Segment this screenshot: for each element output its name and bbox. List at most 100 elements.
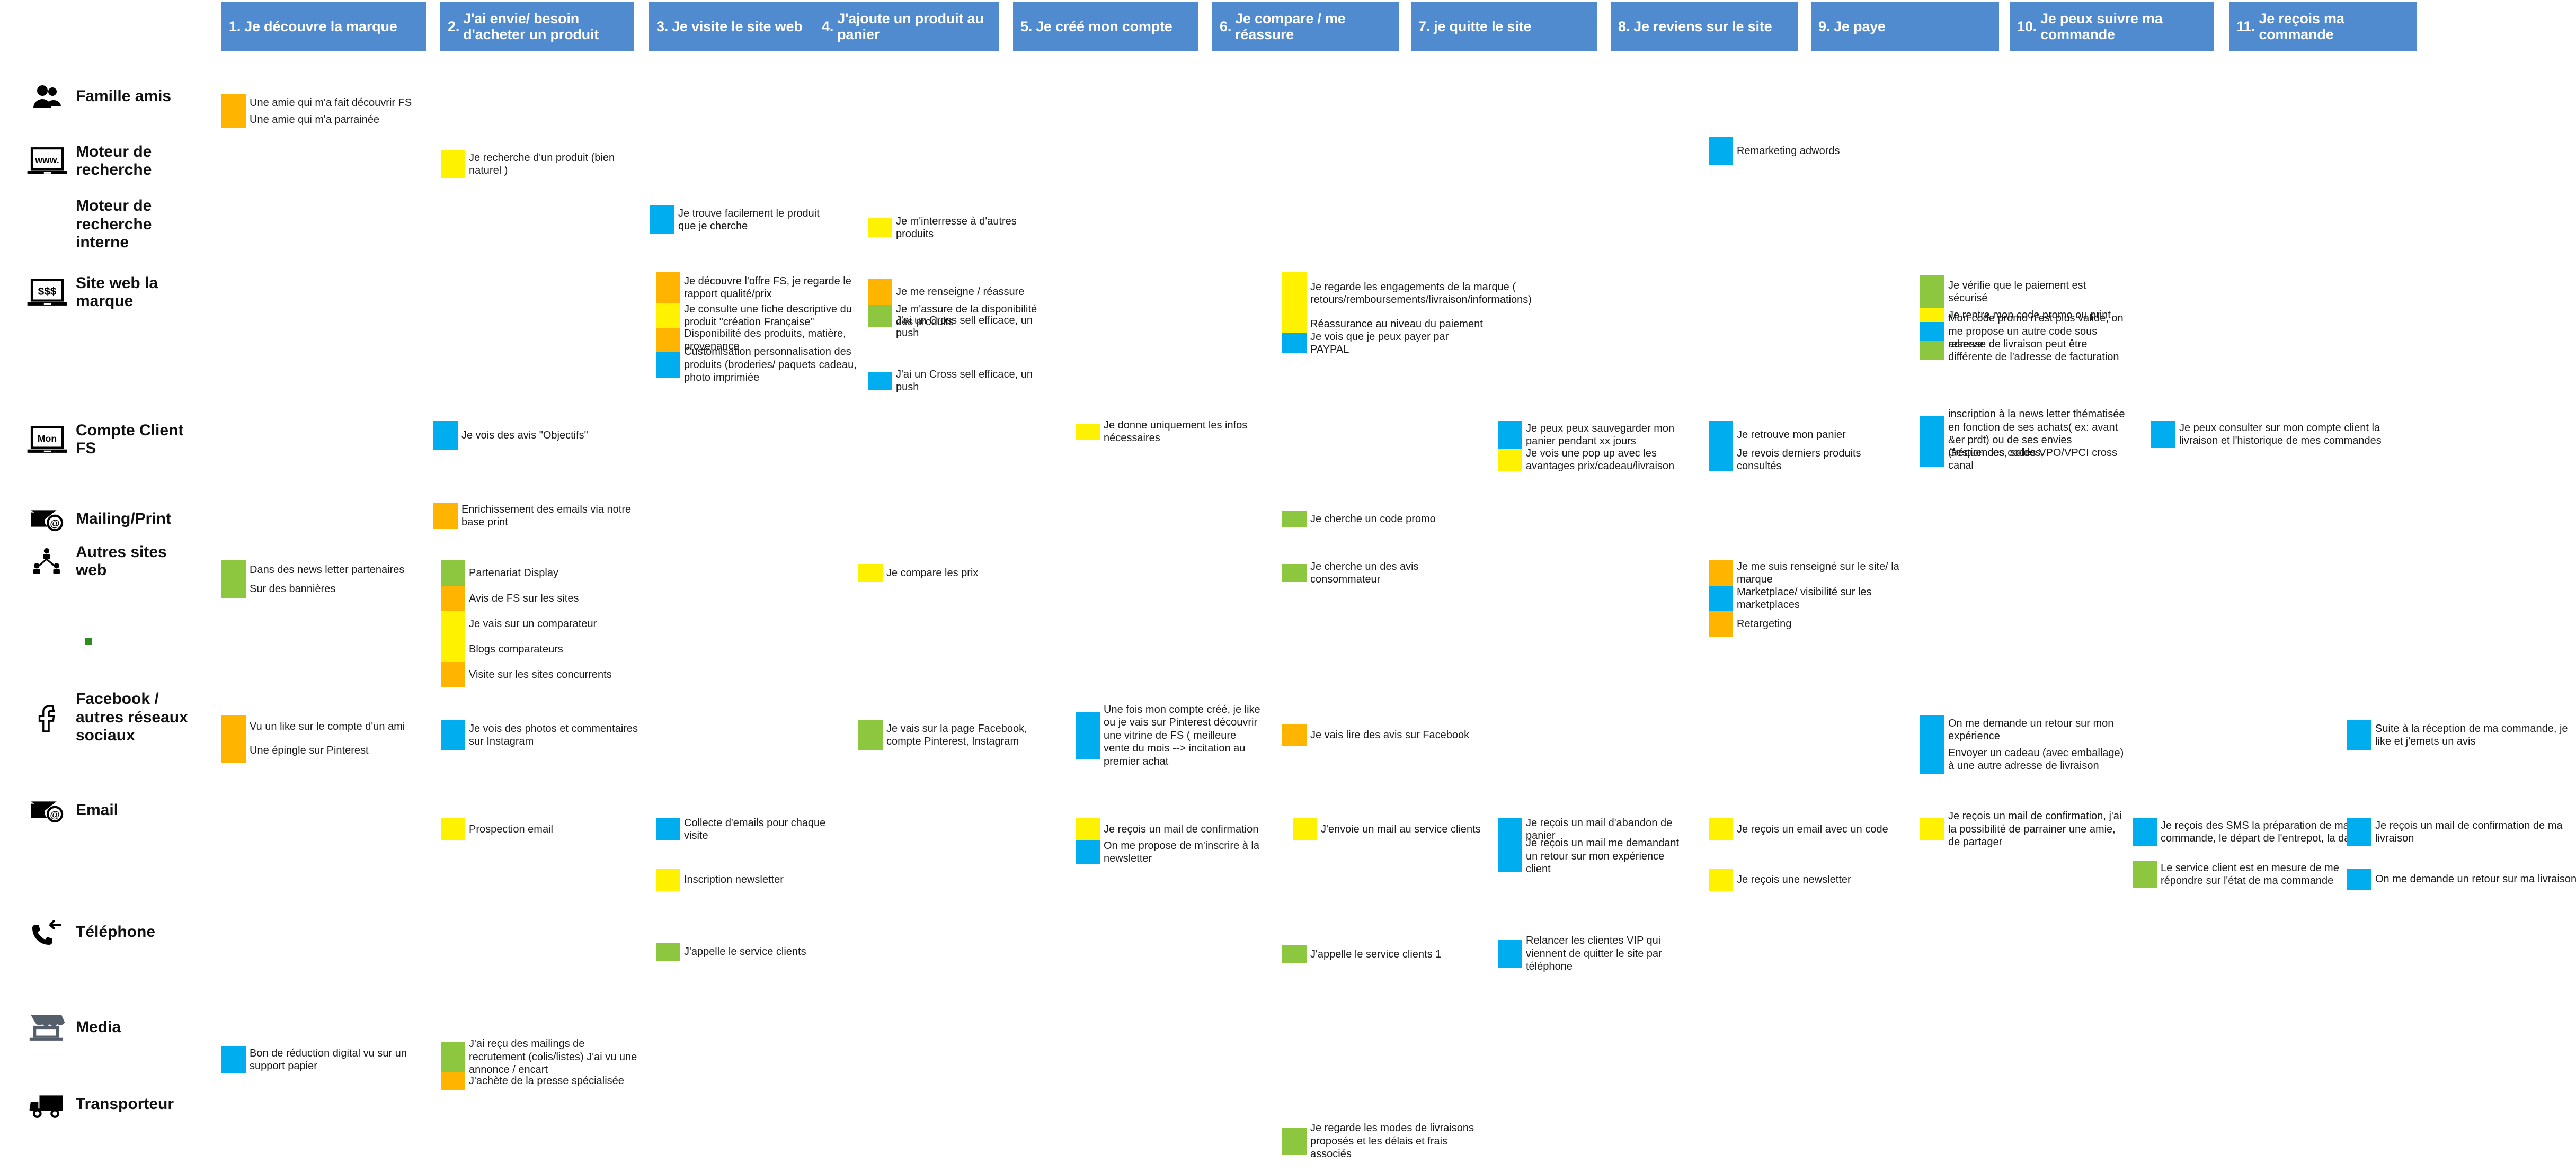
touchpoint-text: Je vois des photos et commentaires sur I… bbox=[469, 722, 638, 747]
color-swatch-yellow bbox=[1293, 818, 1317, 840]
touchpoint-tel_s6[interactable]: J'appelle le service clients 1 bbox=[1282, 945, 1485, 963]
touchpoint-autres_s2[interactable]: Partenariat Display Avis de FS sur les si… bbox=[441, 560, 644, 687]
channel-row-4[interactable]: $$$ Site web la marque bbox=[24, 274, 199, 310]
stage-header-7[interactable]: 7. je quitte le site bbox=[1411, 2, 1597, 51]
touchpoint-compte_s8[interactable]: Je retrouve mon panier Je revois derniers… bbox=[1709, 421, 1896, 472]
touchpoint-fb_s1[interactable]: Vu un like sur le compte d'un ami Une épi… bbox=[221, 715, 424, 763]
touchpoint-text: Inscription newsletter bbox=[684, 873, 784, 885]
channel-row-9[interactable]: @ Email bbox=[24, 794, 199, 826]
touchpoint-interne_s3[interactable]: Je trouve facilement le produit que je c… bbox=[650, 205, 821, 234]
channel-row-10[interactable]: Téléphone bbox=[24, 916, 199, 948]
stage-header-5[interactable]: 5. Je créé mon compte bbox=[1013, 2, 1198, 51]
touchpoint-fb_s4[interactable]: Je vais sur la page Facebook, compte Pin… bbox=[858, 720, 1045, 750]
touchpoint-compte_s5[interactable]: Je donne uniquement les infos nécessaire… bbox=[1076, 419, 1278, 444]
touchpoint-email_s9[interactable]: Je reçois un mail de confirmation, j'ai … bbox=[1920, 810, 2128, 848]
touchpoint-text: Je regarde les modes de livraisons propo… bbox=[1310, 1122, 1474, 1160]
touchpoint-famille_s1[interactable]: Une amie qui m'a fait découvrir FS Une am… bbox=[221, 94, 430, 128]
stage-label: Je peux suivre ma commande bbox=[2040, 10, 2163, 42]
touchpoint-text: Je reçois un mail de confirmation, j'ai … bbox=[1948, 810, 2122, 848]
touchpoint-moteur_s2[interactable]: Je recherche d'un produit (bien naturel … bbox=[441, 150, 649, 178]
channel-row-8[interactable]: Facebook / autres réseaux sociaux bbox=[24, 690, 199, 744]
touchpoint-media_s1[interactable]: Bon de réduction digital vu sur un suppo… bbox=[221, 1046, 424, 1073]
stage-label: J'ai envie/ besoin d'acheter un produit bbox=[463, 10, 599, 42]
stage-header-2[interactable]: 2. J'ai envie/ besoin d'acheter un produi… bbox=[440, 2, 634, 51]
touchpoint-fb_s2[interactable]: Je vois des photos et commentaires sur I… bbox=[441, 720, 644, 750]
touchpoint-media_s2[interactable]: J'ai reçu des mailings de recrutement (c… bbox=[441, 1038, 644, 1090]
touchpoint-email_s8a[interactable]: Je reçois un email avec un code bbox=[1709, 818, 1896, 840]
touchpoint-moteur_s8[interactable]: Remarketing adwords bbox=[1709, 137, 1917, 165]
color-swatch-cyan bbox=[656, 818, 680, 840]
touchpoint-email_s2[interactable]: Prospection email bbox=[441, 818, 644, 840]
touchpoint-siteweb_s4-cross-sell[interactable]: J'ai un Cross sell efficace, un push bbox=[868, 369, 1055, 393]
stage-header-4[interactable]: 4. J'ajoute un produit au panier bbox=[814, 2, 999, 51]
touchpoint-compte_s2[interactable]: Je vois des avis "Objectifs" bbox=[433, 421, 620, 450]
stage-header-11[interactable]: 11. Je reçois ma commande bbox=[2229, 2, 2417, 51]
touchpoint-mailing_s6[interactable]: Je cherche un code promo bbox=[1282, 511, 1485, 527]
channel-row-7[interactable]: Autres sites web bbox=[24, 543, 199, 579]
touchpoint-text: Enrichissement des emails via notre base… bbox=[461, 503, 632, 528]
touchpoint-text: Blogs comparateurs bbox=[469, 643, 563, 655]
touchpoint-email_s11b[interactable]: On me demande un retour sur ma livraison bbox=[2347, 869, 2576, 890]
channel-row-5[interactable]: Mon Compte Client FS bbox=[24, 422, 199, 457]
color-swatch-cyan bbox=[2151, 421, 2175, 448]
stage-header-1[interactable]: 1. Je découvre la marque bbox=[221, 2, 426, 51]
touchpoint-tel_s7[interactable]: Relancer les clientes VIP qui viennent d… bbox=[1498, 935, 1685, 972]
stage-header-9[interactable]: 9. Je paye bbox=[1811, 2, 1999, 51]
touchpoint-email_s10b[interactable]: Le service client est en mesure de me ré… bbox=[2133, 861, 2362, 888]
channel-row-3[interactable]: Moteur de recherche interne bbox=[24, 197, 199, 251]
color-swatch-orange bbox=[656, 328, 680, 352]
stage-label: Je compare / me réassure bbox=[1235, 10, 1346, 42]
touchpoint-email_s3a[interactable]: Collecte d'emails pour chaque visite bbox=[656, 817, 843, 842]
color-swatch-green bbox=[441, 1042, 465, 1072]
stage-header-8[interactable]: 8. Je reviens sur le site bbox=[1611, 2, 1798, 51]
touchpoint-compte_s10[interactable]: Je peux consulter sur mon compte client … bbox=[2151, 421, 2391, 448]
color-swatch-cyan bbox=[656, 352, 680, 378]
touchpoint-email_s5[interactable]: Je reçois un mail de confirmation On me p… bbox=[1076, 818, 1263, 864]
touchpoint-email_s6[interactable]: J'envoie un mail au service clients bbox=[1293, 818, 1496, 840]
touchpoint-siteweb_s4[interactable]: Je me renseigne / réassure Je m'assure de… bbox=[868, 279, 1055, 339]
color-swatch-cyan bbox=[433, 421, 458, 450]
channel-row-11[interactable]: Media bbox=[24, 1012, 199, 1043]
touchpoint-autres_s4[interactable]: Je compare les prix bbox=[858, 564, 1045, 582]
touchpoint-mailing_s2[interactable]: Enrichissement des emails via notre base… bbox=[433, 503, 636, 529]
touchpoint-autres_s6[interactable]: Je cherche un des avis consommateur bbox=[1282, 561, 1485, 585]
color-swatch-orange bbox=[868, 279, 892, 305]
touchpoint-compte_s7[interactable]: Je peux peux sauvegarder mon panier pend… bbox=[1498, 421, 1685, 472]
channel-row-1[interactable]: Famille amis bbox=[24, 80, 199, 112]
channel-label: Transporteur bbox=[76, 1095, 174, 1113]
channel-row-6[interactable]: @ Mailing/Print bbox=[24, 503, 199, 535]
touchpoint-fb_s6[interactable]: Je vais lire des avis sur Facebook bbox=[1282, 724, 1485, 746]
touchpoint-compte_s9[interactable]: inscription à la news letter thématisée … bbox=[1920, 408, 2128, 471]
touchpoint-email_s11a[interactable]: Je reçois un mail de confirmation de ma … bbox=[2347, 818, 2576, 846]
touchpoint-text: Je reçois un email avec un code bbox=[1737, 823, 1888, 835]
stage-header-6[interactable]: 6. Je compare / me réassure bbox=[1212, 2, 1399, 51]
channel-row-2[interactable]: www. Moteur de recherche bbox=[24, 138, 199, 184]
touchpoint-fb_s11[interactable]: Suite à la réception de ma commande, je … bbox=[2347, 720, 2576, 750]
color-swatch-yellow bbox=[868, 218, 892, 237]
touchpoint-email_s8b[interactable]: Je reçois une newsletter bbox=[1709, 869, 1896, 891]
touchpoint-fb_s9[interactable]: On me demande un retour sur mon expérien… bbox=[1920, 715, 2128, 774]
touchpoint-autres_s8[interactable]: Je me suis renseigné sur le site/ la mar… bbox=[1709, 560, 1917, 637]
touchpoint-tel_s3[interactable]: J'appelle le service clients bbox=[656, 943, 843, 961]
stage-header-3[interactable]: 3. Je visite le site web bbox=[649, 2, 838, 51]
channel-row-12[interactable]: Transporteur bbox=[24, 1088, 199, 1120]
color-swatch-cyan bbox=[1920, 416, 1944, 451]
touchpoint-autres_s1[interactable]: Dans des news letter partenaires Sur des … bbox=[221, 560, 424, 598]
touchpoint-transporteur_s6[interactable]: Je regarde les modes de livraisons propo… bbox=[1282, 1122, 1490, 1160]
touchpoint-email_s7[interactable]: Je reçois un mail d'abandon de panier Je … bbox=[1498, 817, 1685, 875]
touchpoint-siteweb_s9[interactable]: Je vérifie que le paiement est sécurisé J… bbox=[1920, 275, 2128, 363]
touchpoint-interne_s4[interactable]: Je m'interresse à d'autres produits bbox=[868, 216, 1055, 240]
touchpoint-text: Je consulte une fiche descriptive du pro… bbox=[684, 303, 852, 328]
color-swatch-orange bbox=[441, 586, 465, 611]
touchpoint-siteweb_s3[interactable]: Je découvre l'offre FS, je regarde le ra… bbox=[656, 272, 859, 383]
touchpoint-email_s10a[interactable]: Je reçois des SMS la préparation de ma c… bbox=[2133, 818, 2362, 846]
touchpoint-fb_s5[interactable]: Une fois mon compte créé, je like ou je … bbox=[1076, 704, 1263, 767]
touchpoint-text: Je reçois une newsletter bbox=[1737, 873, 1851, 885]
touchpoint-siteweb_s6[interactable]: Je regarde les engagements de la marque … bbox=[1282, 272, 1532, 355]
stage-header-10[interactable]: 10. Je peux suivre ma commande bbox=[2010, 2, 2214, 51]
channel-label: Famille amis bbox=[76, 87, 172, 105]
touchpoint-text: J'ai reçu des mailings de recrutement (c… bbox=[469, 1038, 637, 1076]
color-swatch-cyan bbox=[1282, 333, 1307, 353]
touchpoint-email_s3b[interactable]: Inscription newsletter bbox=[656, 869, 843, 891]
stage-label: Je créé mon compte bbox=[1036, 18, 1172, 34]
